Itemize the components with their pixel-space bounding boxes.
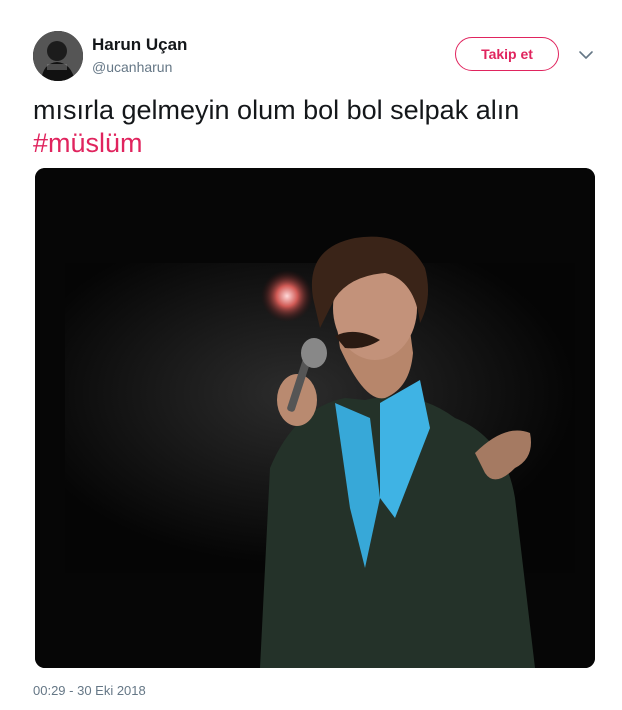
tweet-video[interactable]: [35, 168, 595, 668]
video-frame: [35, 168, 595, 668]
follow-button[interactable]: Takip et: [455, 37, 559, 71]
display-name[interactable]: Harun Uçan: [92, 35, 187, 55]
hashtag-link[interactable]: #müslüm: [33, 127, 593, 160]
tweet-text: mısırla gelmeyin olum bol bol selpak alı…: [33, 94, 593, 160]
avatar[interactable]: [33, 31, 83, 81]
chevron-down-icon[interactable]: [576, 45, 596, 65]
avatar-image: [33, 31, 83, 81]
user-handle[interactable]: @ucanharun: [92, 59, 172, 75]
tweet-body: mısırla gelmeyin olum bol bol selpak alı…: [33, 95, 520, 125]
tweet-timestamp[interactable]: 00:29 - 30 Eki 2018: [33, 683, 146, 698]
tweet-card: Harun Uçan @ucanharun Takip et mısırla g…: [0, 0, 622, 710]
